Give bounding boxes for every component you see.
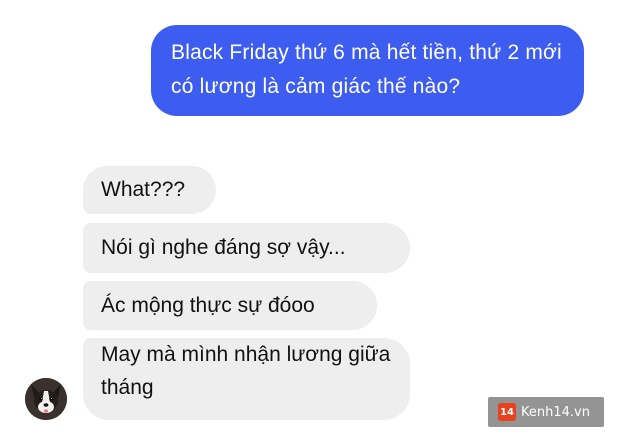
- received-message-bubble[interactable]: Ác mộng thực sự đóoo: [83, 281, 377, 330]
- received-message-bubble[interactable]: What???: [83, 166, 216, 214]
- watermark-text: Kenh14.vn: [521, 404, 590, 420]
- received-message-bubble[interactable]: May mà mình nhận lương giữa tháng: [83, 338, 410, 420]
- dog-avatar-icon: [25, 378, 67, 420]
- sent-message-bubble[interactable]: Black Friday thứ 6 mà hết tiền, thứ 2 mớ…: [151, 25, 584, 116]
- chat-thread: Black Friday thứ 6 mà hết tiền, thứ 2 mớ…: [0, 0, 620, 446]
- received-message-bubble[interactable]: Nói gì nghe đáng sợ vậy...: [83, 223, 410, 273]
- avatar[interactable]: [25, 378, 67, 420]
- kenh14-watermark: 14 Kenh14.vn: [488, 397, 604, 427]
- kenh14-logo-icon: 14: [498, 403, 516, 421]
